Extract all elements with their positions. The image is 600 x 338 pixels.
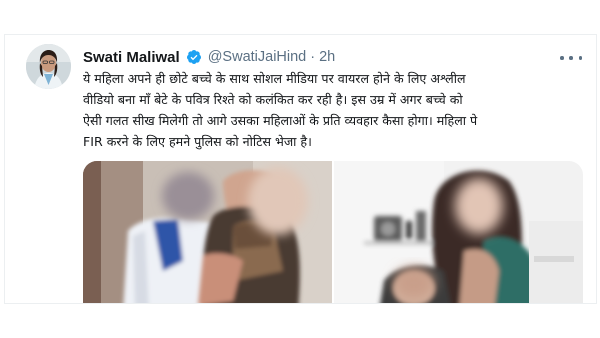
tweet-header: Swati Maliwal @SwatiJaiHind · 2h <box>83 46 335 68</box>
screenshot-frame: Swati Maliwal @SwatiJaiHind · 2h ये महिल… <box>0 0 600 338</box>
tweet-text-line: FIR करने के लिए हमने पुलिस को नोटिस भेजा… <box>83 134 312 149</box>
author-handle-time[interactable]: @SwatiJaiHind · 2h <box>208 49 336 65</box>
media-grid <box>83 161 583 303</box>
author-display-name[interactable]: Swati Maliwal <box>83 49 180 66</box>
tweet-photo-left[interactable] <box>83 161 332 303</box>
avatar[interactable] <box>26 44 71 89</box>
tweet-text-line: ये महिला अपने ही छोटे बच्चे के साथ सोशल … <box>83 71 466 86</box>
tweet-text-line: वीडियो बना माँ बेटे के पवित्र रिश्ते को … <box>83 92 463 107</box>
tweet-photo-right[interactable] <box>334 161 583 303</box>
verified-badge-icon <box>186 49 202 65</box>
tweet-card[interactable]: Swati Maliwal @SwatiJaiHind · 2h ये महिल… <box>4 34 597 304</box>
tweet-text: ये महिला अपने ही छोटे बच्चे के साथ सोशल … <box>83 68 583 152</box>
tweet-text-line: ऐसी गलत सीख मिलेगी तो आगे उसका महिलाओं क… <box>83 113 478 128</box>
more-options-icon[interactable] <box>560 51 582 65</box>
